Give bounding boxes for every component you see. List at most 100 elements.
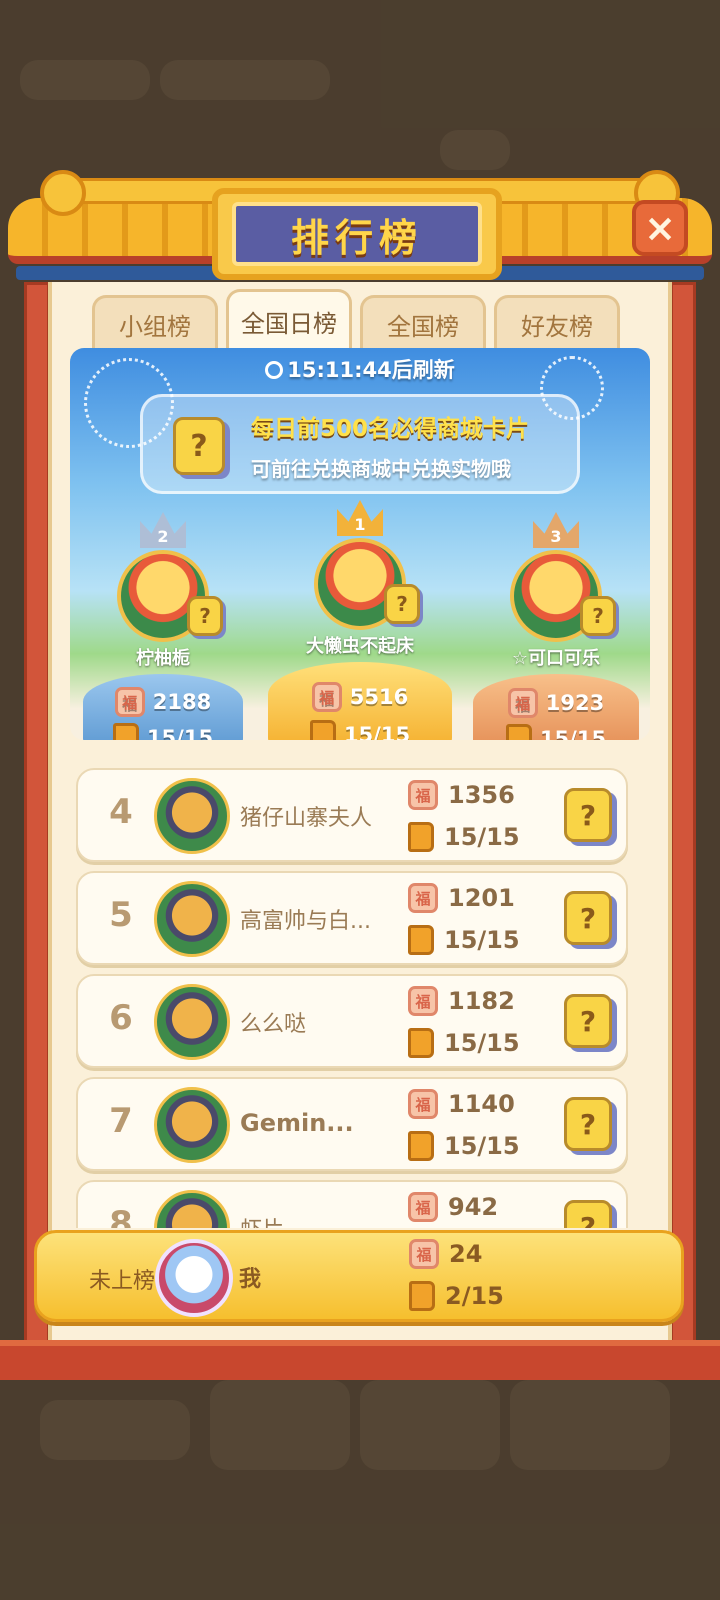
my-score: 24 [449,1240,483,1268]
close-button[interactable]: × [632,200,688,256]
list-item[interactable]: 7 Gemin... 福 1140 15/15 ? [76,1077,628,1171]
player-name: 虾片 [240,1212,284,1228]
tab-group[interactable]: 小组榜 [92,295,218,351]
player-score: 1201 [448,884,515,912]
fu-icon: 福 [311,682,342,712]
my-progress: 2/15 [445,1282,504,1310]
promo-banner: ? 每日前500名必得商城卡片 可前往兑换商城中兑换实物哦 [140,394,580,494]
crown-icon: 3 [533,512,579,548]
mystery-card-icon: ? [564,1200,612,1228]
player-name: 高富帅与白... [240,909,371,934]
fu-icon: 福 [114,687,145,717]
mystery-card-icon: ? [564,1097,612,1151]
page-title: 排行榜 [290,215,423,260]
book-icon [408,822,434,852]
avatar [154,881,230,957]
fu-icon: 福 [408,986,438,1016]
tab-friends[interactable]: 好友榜 [494,295,620,351]
podium-second[interactable]: 2 ? 柠柚栀 福 2188 15/15 [78,512,248,740]
avatar: ? [314,538,420,630]
podium-third[interactable]: 3 ? ☆可口可乐 福 1923 15/15 [468,512,644,740]
crown-icon: 1 [337,500,383,536]
player-name: 猪仔山寨夫人 [240,806,373,831]
fu-icon: 福 [408,1089,438,1119]
promo-subtitle: 可前往兑换商城中兑换实物哦 [251,457,511,481]
my-rank-bar[interactable]: 未上榜 我 福 24 2/15 [34,1230,684,1322]
list-item[interactable]: 5 高富帅与白... 福 1201 15/15 ? [76,871,628,965]
book-icon [408,925,434,955]
player-progress: 15/15 [343,723,411,740]
player-score: 942 [448,1193,499,1221]
mystery-card-icon: ? [173,417,225,475]
avatar [154,1190,230,1228]
player-score: 2188 [152,690,212,714]
fu-icon: 福 [408,1192,438,1222]
mystery-card-icon: ? [187,596,223,636]
rank-number: 8 [109,1204,133,1228]
avatar: ? [510,550,616,642]
player-name: 柠柚栀 [136,648,190,669]
avatar [155,1239,233,1317]
player-score: 1356 [448,781,515,809]
rank-number: 7 [109,1101,133,1141]
book-icon [408,1131,434,1161]
player-name: ☆可口可乐 [511,648,601,669]
book-icon [309,720,336,740]
fu-icon: 福 [409,1239,439,1269]
crown-icon: 2 [140,512,186,548]
list-item[interactable]: 4 猪仔山寨夫人 福 1356 15/15 ? [76,768,628,862]
tab-bar: 小组榜 全国日榜 全国榜 好友榜 [92,289,622,351]
podium-base: 福 2188 15/15 [83,674,243,740]
player-progress: 15/15 [444,1029,520,1057]
book-icon [112,723,139,740]
mystery-card-icon: ? [564,788,612,842]
player-score: 1140 [448,1090,515,1118]
top-three-stage: 15:11:44后刷新 ? 每日前500名必得商城卡片 可前往兑换商城中兑换实物… [70,348,650,740]
frame-pillar-right [670,282,696,1362]
my-rank-status: 未上榜 [89,1269,156,1294]
list-item[interactable]: 6 么么哒 福 1182 15/15 ? [76,974,628,1068]
fu-icon: 福 [408,883,438,913]
mystery-card-icon: ? [564,891,612,945]
my-name: 我 [239,1267,262,1292]
tab-national[interactable]: 全国榜 [360,295,486,351]
title-plaque: 排行榜 [212,188,502,280]
book-icon [409,1281,435,1311]
frame-base [0,1340,720,1380]
avatar [154,984,230,1060]
player-progress: 15/15 [444,823,520,851]
player-score: 1923 [545,691,605,715]
rank-number: 4 [109,792,133,832]
book-icon [408,1028,434,1058]
refresh-countdown: 15:11:44后刷新 [70,354,650,384]
list-item[interactable]: 8 虾片 福 942 ? [76,1180,628,1228]
mystery-card-icon: ? [580,596,616,636]
fu-icon: 福 [507,688,538,718]
avatar: ? [117,550,223,642]
book-icon [505,724,532,740]
mystery-card-icon: ? [564,994,612,1048]
frame-pillar-left [24,282,50,1362]
player-progress: 15/15 [539,727,607,740]
player-score: 1182 [448,987,515,1015]
player-progress: 15/15 [444,926,520,954]
player-score: 5516 [349,685,409,709]
avatar [154,778,230,854]
tab-national-daily[interactable]: 全国日榜 [226,289,352,351]
promo-title: 每日前500名必得商城卡片 [251,416,530,442]
podium-base: 福 1923 15/15 [473,674,639,740]
player-progress: 15/15 [146,726,214,740]
podium-first[interactable]: 1 ? 大懒虫不起床 福 5516 15/15 [262,500,458,740]
podium-base: 福 5516 15/15 [268,662,452,740]
player-name: Gemin... [240,1109,354,1137]
player-name: 大懒虫不起床 [306,636,414,657]
player-progress: 15/15 [444,1132,520,1160]
player-name: 么么哒 [240,1012,307,1037]
clock-icon [265,361,284,379]
rank-number: 6 [109,998,133,1038]
close-icon: × [644,206,676,250]
rank-number: 5 [109,895,133,935]
ranking-list[interactable]: 4 猪仔山寨夫人 福 1356 15/15 ? 5 高富帅与白... 福 1201 … [76,768,628,1228]
avatar [154,1087,230,1163]
mystery-card-icon: ? [384,584,420,624]
